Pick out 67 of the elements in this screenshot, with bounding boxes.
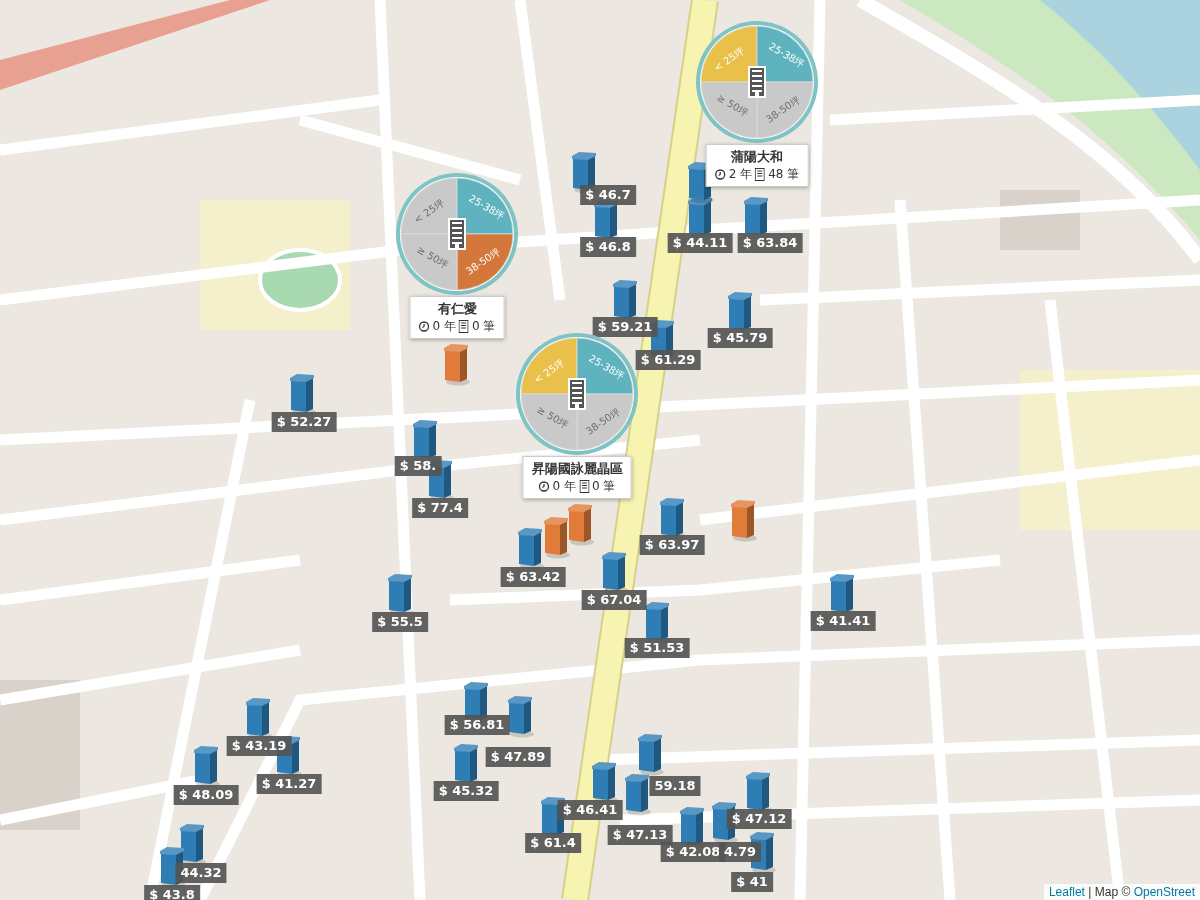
clock-icon xyxy=(418,321,430,332)
building-age: 2 年 xyxy=(728,166,753,183)
pie-segment[interactable] xyxy=(400,177,458,235)
price-label[interactable]: $ 41.27 xyxy=(256,774,322,794)
price-label[interactable]: $ 45.79 xyxy=(707,328,773,348)
price-label[interactable]: $ 61.29 xyxy=(635,350,701,370)
pie-segment[interactable] xyxy=(576,393,634,451)
price-label[interactable]: 59.18 xyxy=(649,776,701,796)
price-label[interactable]: $ 41 xyxy=(731,872,773,892)
building-age: 0 年 xyxy=(432,318,456,335)
price-label[interactable]: $ 52.27 xyxy=(271,412,337,432)
segment-label: < 25坪 xyxy=(411,196,447,226)
community-name: 有仁愛 xyxy=(437,300,477,318)
price-label[interactable]: $ 46.7 xyxy=(580,185,636,205)
price-label[interactable]: $ 48.09 xyxy=(173,785,239,805)
price-label[interactable]: $ 47.12 xyxy=(726,809,792,829)
record-count: 48 筆 xyxy=(768,166,800,183)
pie-segment[interactable] xyxy=(456,177,514,235)
segment-label: ≥ 50坪 xyxy=(535,403,571,431)
price-label[interactable]: $ 63.42 xyxy=(500,567,566,587)
pie-segment[interactable] xyxy=(520,337,578,395)
price-label[interactable]: $ 47.13 xyxy=(607,825,673,845)
pie-segment[interactable] xyxy=(400,233,458,291)
price-label[interactable]: $ 41.41 xyxy=(810,611,876,631)
record-count: 0 筆 xyxy=(592,478,616,495)
pie-segment[interactable] xyxy=(700,25,758,83)
community-name: 昇陽國詠麗晶區 xyxy=(531,460,623,478)
price-label[interactable]: 4.79 xyxy=(718,842,762,862)
price-label[interactable]: $ 77.4 xyxy=(412,498,468,518)
segment-label: ≥ 50坪 xyxy=(715,91,751,119)
price-label[interactable]: $ 51.53 xyxy=(624,638,690,658)
pie-segment[interactable] xyxy=(456,233,514,291)
pie-segment[interactable] xyxy=(756,25,814,83)
price-label[interactable]: $ 63.97 xyxy=(639,535,705,555)
building-age: 0 年 xyxy=(552,478,576,495)
price-label[interactable]: $ 67.04 xyxy=(581,590,647,610)
price-label[interactable]: 44.32 xyxy=(175,863,227,883)
openstreetmap-link[interactable]: OpenStreet xyxy=(1133,885,1195,899)
price-label[interactable]: $ 44.11 xyxy=(667,233,733,253)
price-label[interactable]: $ 47.89 xyxy=(485,747,551,767)
cluster-caption[interactable]: 昇陽國詠麗晶區 0 年 0 筆 xyxy=(522,456,632,499)
clock-icon xyxy=(538,481,550,492)
price-label[interactable]: $ 63.84 xyxy=(737,233,803,253)
price-label[interactable]: $ 43.19 xyxy=(226,736,292,756)
leaflet-link[interactable]: Leaflet xyxy=(1048,885,1085,899)
record-count: 0 筆 xyxy=(472,318,496,335)
segment-label: < 25坪 xyxy=(531,356,567,386)
segment-label: < 25坪 xyxy=(711,44,747,74)
price-label[interactable]: $ 56.81 xyxy=(444,715,510,735)
community-name: 蒲陽大和 xyxy=(731,148,783,166)
price-label[interactable]: $ 61.4 xyxy=(525,833,581,853)
cluster-caption[interactable]: 有仁愛 0 年 0 筆 xyxy=(409,296,505,339)
price-label[interactable]: $ 43.8 xyxy=(144,885,200,900)
segment-label: ≥ 50坪 xyxy=(415,243,451,271)
price-label[interactable]: $ 45.32 xyxy=(433,781,499,801)
cluster-caption[interactable]: 蒲陽大和 2 年 48 筆 xyxy=(705,144,809,187)
clock-icon xyxy=(714,169,726,180)
pie-segment[interactable] xyxy=(756,81,814,139)
price-label[interactable]: $ 46.8 xyxy=(580,237,636,257)
price-label[interactable]: $ 58. xyxy=(394,456,442,476)
price-label[interactable]: $ 55.5 xyxy=(372,612,428,632)
price-label[interactable]: $ 59.21 xyxy=(592,317,658,337)
price-label[interactable]: $ 46.41 xyxy=(557,800,623,820)
pie-segment[interactable] xyxy=(700,81,758,139)
pie-segment[interactable] xyxy=(520,393,578,451)
attribution-text: Leaflet | Map © OpenStreet xyxy=(1043,884,1200,900)
pie-segment[interactable] xyxy=(576,337,634,395)
